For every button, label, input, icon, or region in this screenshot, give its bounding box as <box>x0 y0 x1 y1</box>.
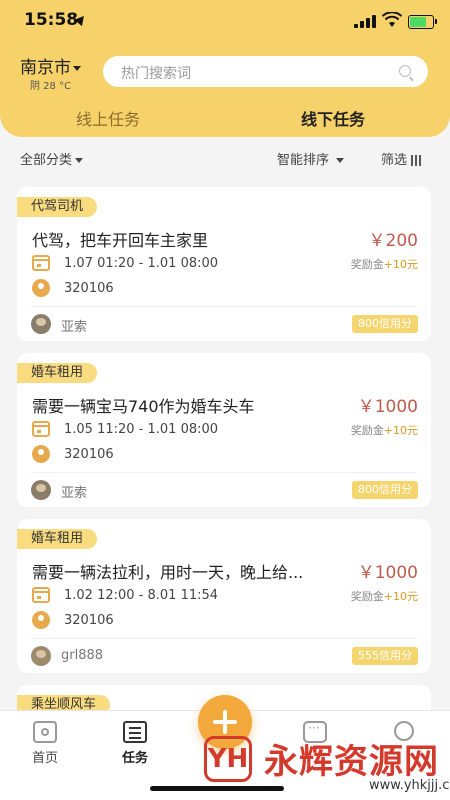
avatar[interactable] <box>31 480 51 500</box>
bonus-label: 奖励金+10元 <box>351 256 418 272</box>
status-bar: 15:58 <box>0 0 450 44</box>
credit-badge: 555信用分 <box>352 647 418 665</box>
task-price: ￥1000 <box>357 397 418 417</box>
calendar-icon <box>32 421 50 437</box>
bonus-value: +10元 <box>383 424 418 437</box>
category-badge: 婚车租用 <box>17 529 98 549</box>
bonus-value: +10元 <box>383 590 418 603</box>
task-list-icon <box>123 721 147 743</box>
task-price: ￥1000 <box>357 563 418 583</box>
bonus-text: 奖励金 <box>350 258 384 271</box>
task-datetime: 1.02 12:00 - 8.01 11:54 <box>64 588 219 603</box>
nav-tasks-label: 任务 <box>121 751 148 766</box>
nav-home-label: 首页 <box>31 751 58 766</box>
user-name: 亚索 <box>61 320 88 335</box>
watermark-url: www.yhkjjj.com <box>369 778 450 793</box>
chevron-down-icon <box>73 65 81 71</box>
avatar[interactable] <box>31 646 51 666</box>
location-icon <box>32 445 50 463</box>
task-card[interactable]: 代驾司机 代驾，把车开回车主家里 ￥200 奖励金+10元 1.07 01:20… <box>17 187 431 341</box>
nav-home[interactable]: 首页 <box>15 721 75 766</box>
divider <box>31 472 417 473</box>
city-selector[interactable]: 南京市 <box>20 53 81 78</box>
screen-filter-label: 筛选 <box>381 153 408 168</box>
task-area-code: 320106 <box>64 447 114 462</box>
battery-icon <box>408 15 437 29</box>
category-badge: 代驾司机 <box>17 197 98 217</box>
task-area-code: 320106 <box>64 613 114 628</box>
sort-filter-label: 智能排序 <box>277 153 330 168</box>
search-input[interactable]: 热门搜索词 <box>103 56 428 87</box>
divider <box>31 306 417 307</box>
filter-bar: 全部分类 智能排序 筛选 <box>0 142 450 172</box>
sort-filter[interactable]: 智能排序 <box>277 149 345 168</box>
task-title: 需要一辆宝马740作为婚车头车 <box>32 397 255 416</box>
task-title: 代驾，把车开回车主家里 <box>32 231 209 250</box>
task-datetime: 1.07 01:20 - 1.01 08:00 <box>64 256 219 271</box>
user-name: 亚索 <box>61 486 88 501</box>
filter-icon <box>410 155 422 166</box>
screen-filter[interactable]: 筛选 <box>381 149 422 168</box>
divider <box>31 638 417 639</box>
chevron-down-icon <box>336 158 345 163</box>
tab-offline-tasks[interactable]: 线下任务 <box>301 106 365 130</box>
chevron-down-icon <box>75 158 84 163</box>
task-area-code: 320106 <box>64 281 114 296</box>
task-card[interactable]: 婚车租用 需要一辆法拉利，用时一天，晚上给... ￥1000 奖励金+10元 1… <box>17 519 431 673</box>
bonus-label: 奖励金+10元 <box>351 588 418 604</box>
signal-icon <box>354 14 376 28</box>
task-datetime: 1.05 11:20 - 1.01 08:00 <box>64 422 219 437</box>
city-label: 南京市 <box>20 58 71 78</box>
user-name: grl888 <box>61 648 104 663</box>
location-icon <box>32 279 50 297</box>
location-icon <box>32 611 50 629</box>
credit-badge: 800信用分 <box>352 481 418 499</box>
weather-label: 阴 28 °C <box>30 81 72 92</box>
bonus-text: 奖励金 <box>350 590 384 603</box>
search-placeholder: 热门搜索词 <box>121 66 191 82</box>
calendar-icon <box>32 587 50 603</box>
task-price: ￥200 <box>368 231 418 251</box>
category-filter-label: 全部分类 <box>20 153 73 168</box>
calendar-icon <box>32 255 50 271</box>
tab-online-tasks[interactable]: 线上任务 <box>76 106 140 130</box>
home-indicator <box>150 786 284 791</box>
category-filter[interactable]: 全部分类 <box>20 149 84 168</box>
task-card[interactable]: 婚车租用 需要一辆宝马740作为婚车头车 ￥1000 奖励金+10元 1.05 … <box>17 353 431 507</box>
bonus-value: +10元 <box>383 258 418 271</box>
avatar[interactable] <box>31 314 51 334</box>
watermark-logo: YH <box>204 736 252 782</box>
bonus-label: 奖励金+10元 <box>351 422 418 438</box>
home-icon <box>33 721 57 743</box>
category-badge: 婚车租用 <box>17 363 98 383</box>
credit-badge: 800信用分 <box>352 315 418 333</box>
task-tabs: 线上任务 线下任务 <box>0 100 450 134</box>
wifi-icon <box>382 12 402 27</box>
watermark-text: 永辉资源网 <box>264 742 439 782</box>
task-title: 需要一辆法拉利，用时一天，晚上给... <box>32 563 304 582</box>
status-time: 15:58 <box>24 10 79 30</box>
nav-tasks[interactable]: 任务 <box>105 721 165 766</box>
bonus-text: 奖励金 <box>350 424 384 437</box>
search-icon[interactable] <box>399 65 411 77</box>
